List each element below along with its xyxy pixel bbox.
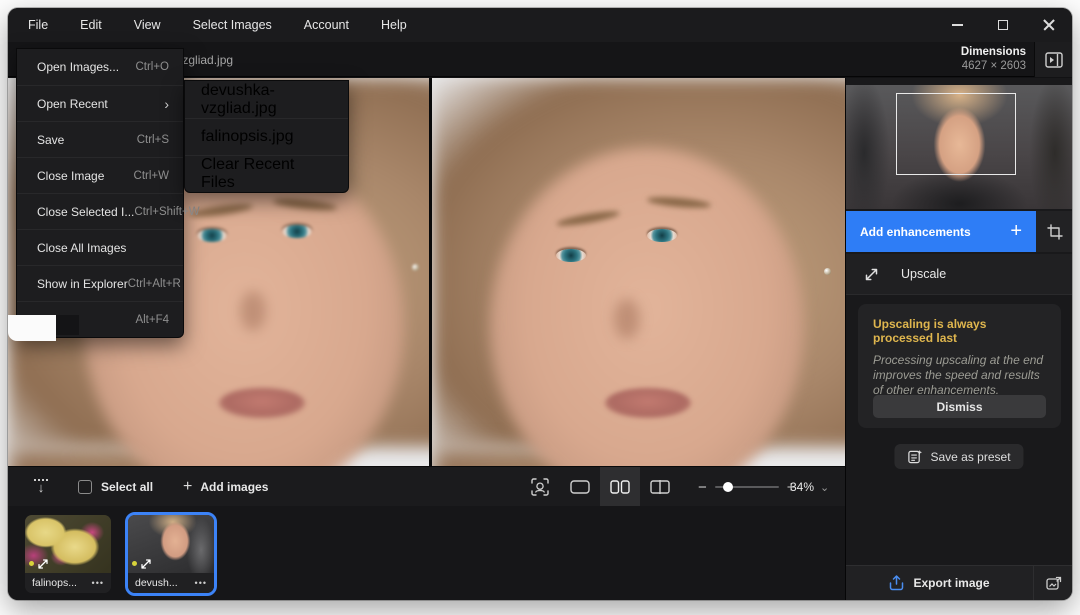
image-external-icon xyxy=(1046,576,1062,591)
export-icon xyxy=(889,575,904,591)
menu-item-show-in-explorer[interactable]: Show in Explorer Ctrl+Alt+R xyxy=(17,265,183,301)
view-mode-group xyxy=(520,467,680,507)
navigator-preview[interactable] xyxy=(846,85,1072,209)
after-image-pane[interactable] xyxy=(432,78,845,466)
add-enhancements-button[interactable]: Add enhancements + xyxy=(846,211,1036,252)
filmstrip-card-devushka[interactable]: devush... ••• xyxy=(128,515,214,593)
select-all-checkbox[interactable] xyxy=(78,480,92,494)
side-by-side-icon xyxy=(610,480,630,494)
export-image-label: Export image xyxy=(913,576,989,590)
menu-edit[interactable]: Edit xyxy=(64,8,118,42)
upscale-badge-icon xyxy=(37,558,49,570)
save-as-preset-button[interactable]: Save as preset xyxy=(894,444,1023,469)
collapse-filmstrip-button[interactable]: ↓ xyxy=(26,479,56,494)
crop-icon xyxy=(1047,224,1063,240)
select-all-label: Select all xyxy=(101,480,153,494)
upscale-warning-card: Upscaling is always processed last Proce… xyxy=(858,304,1061,428)
add-images-label: Add images xyxy=(200,480,268,494)
zoom-slider-knob[interactable] xyxy=(723,482,733,492)
menu-item-open-images[interactable]: Open Images... Ctrl+O xyxy=(17,49,183,85)
upscale-badge-icon xyxy=(140,558,152,570)
maximize-button[interactable] xyxy=(980,8,1026,42)
status-dot xyxy=(132,561,137,566)
minimize-button[interactable] xyxy=(934,8,980,42)
menu-item-close-image[interactable]: Close Image Ctrl+W xyxy=(17,157,183,193)
dimensions-label: Dimensions xyxy=(961,45,1026,59)
status-dot xyxy=(29,561,34,566)
dimensions-readout: Dimensions 4627 × 2603 xyxy=(961,45,1026,73)
menu-bar: File Edit View Select Images Account Hel… xyxy=(8,8,1072,42)
cursor-artifact xyxy=(56,315,79,335)
single-view-button[interactable] xyxy=(560,467,600,507)
thumbnail-filename: falinops... xyxy=(32,577,77,589)
bottom-toolbar: ↓ Select all + Add images xyxy=(8,466,845,506)
menu-item-close-all[interactable]: Close All Images xyxy=(17,229,183,265)
split-view-icon xyxy=(650,480,670,494)
split-view-button[interactable] xyxy=(640,467,680,507)
dismiss-button[interactable]: Dismiss xyxy=(873,395,1046,418)
face-recovery-view-button[interactable] xyxy=(520,467,560,507)
plus-icon: + xyxy=(1010,220,1022,243)
dimensions-value: 4627 × 2603 xyxy=(961,59,1026,73)
add-images-button[interactable]: + Add images xyxy=(183,478,268,496)
after-photo xyxy=(432,78,845,466)
close-button[interactable] xyxy=(1026,8,1072,42)
zoom-value: 34% xyxy=(790,480,814,494)
arrow-down-icon: ↓ xyxy=(38,482,45,494)
right-panel: Add enhancements + Upscale Upscaling is … xyxy=(845,78,1072,600)
menu-file[interactable]: File xyxy=(8,8,64,42)
menu-help[interactable]: Help xyxy=(365,8,423,42)
close-icon xyxy=(1043,19,1055,31)
menu-select-images[interactable]: Select Images xyxy=(177,8,288,42)
zoom-value-dropdown[interactable]: 34% ⌄ xyxy=(790,467,829,507)
viewport-rectangle[interactable] xyxy=(896,93,1016,175)
add-enhancements-label: Add enhancements xyxy=(860,225,971,239)
warning-body: Processing upscaling at the end improves… xyxy=(873,353,1046,398)
maximize-icon xyxy=(998,20,1008,30)
export-bar: Export image xyxy=(846,565,1072,600)
upscale-label: Upscale xyxy=(901,267,946,281)
white-overlay-artifact xyxy=(8,315,56,341)
upscale-icon xyxy=(864,267,879,282)
clear-recent-files[interactable]: Clear Recent Files xyxy=(185,155,348,192)
panel-collapse-icon xyxy=(1045,52,1063,68)
zoom-out-button[interactable]: − xyxy=(698,479,707,496)
pane-divider xyxy=(429,78,432,466)
window-controls xyxy=(934,8,1072,42)
filmstrip: falinops... ••• devush... ••• xyxy=(8,506,845,600)
warning-title: Upscaling is always processed last xyxy=(873,317,1046,345)
open-recent-submenu: devushka-vzgliad.jpg falinopsis.jpg Clea… xyxy=(184,80,349,193)
open-exported-button[interactable] xyxy=(1033,566,1072,601)
menu-item-open-recent[interactable]: Open Recent › xyxy=(17,85,183,121)
menu-item-close-selected[interactable]: Close Selected I... Ctrl+Shift+W xyxy=(17,193,183,229)
file-menu-dropdown: Open Images... Ctrl+O Open Recent › Save… xyxy=(16,48,184,338)
minimize-icon xyxy=(952,24,963,26)
filmstrip-card-falinopsis[interactable]: falinops... ••• xyxy=(25,515,111,593)
zoom-slider-track[interactable] xyxy=(715,486,779,488)
submenu-arrow-icon: › xyxy=(164,96,169,112)
single-view-icon xyxy=(570,480,590,494)
crop-button[interactable] xyxy=(1036,211,1072,252)
chevron-down-icon: ⌄ xyxy=(820,481,829,494)
toggle-right-panel-button[interactable] xyxy=(1034,42,1072,77)
app-window: ✓ Preview Updated ↓ Select all + Add ima… xyxy=(8,8,1072,600)
plus-icon: + xyxy=(183,478,192,496)
menu-view[interactable]: View xyxy=(118,8,177,42)
menu-item-save[interactable]: Save Ctrl+S xyxy=(17,121,183,157)
more-options-button[interactable]: ••• xyxy=(92,578,104,588)
page-background: ✓ Preview Updated ↓ Select all + Add ima… xyxy=(0,0,1080,615)
preset-icon xyxy=(907,449,922,464)
recent-item-devushka[interactable]: devushka-vzgliad.jpg xyxy=(185,81,348,118)
export-image-button[interactable]: Export image xyxy=(846,575,1033,591)
face-scan-icon xyxy=(531,478,549,496)
menu-account[interactable]: Account xyxy=(288,8,365,42)
zoom-slider: − + xyxy=(698,467,796,507)
thumbnail-filename: devush... xyxy=(135,577,178,589)
save-as-preset-label: Save as preset xyxy=(930,450,1010,464)
more-options-button[interactable]: ••• xyxy=(195,578,207,588)
recent-item-falinopsis[interactable]: falinopsis.jpg xyxy=(185,118,348,155)
upscale-section-header[interactable]: Upscale xyxy=(846,254,1072,295)
side-by-side-view-button[interactable] xyxy=(600,467,640,507)
